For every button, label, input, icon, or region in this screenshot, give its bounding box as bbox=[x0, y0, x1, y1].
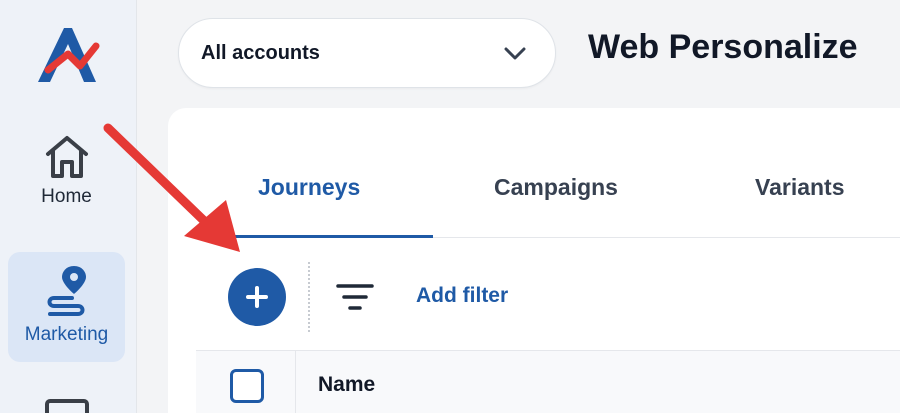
add-journey-button[interactable] bbox=[228, 268, 286, 326]
add-filter-link[interactable]: Add filter bbox=[416, 284, 508, 308]
plus-icon bbox=[246, 286, 268, 308]
sidebar-item-label: Marketing bbox=[24, 324, 109, 345]
home-icon bbox=[45, 136, 88, 178]
filter-icon[interactable] bbox=[336, 282, 374, 312]
monitor-icon[interactable] bbox=[44, 398, 90, 413]
sidebar-item-marketing[interactable]: Marketing bbox=[8, 252, 125, 362]
select-all-cell bbox=[196, 351, 296, 413]
account-select[interactable]: All accounts bbox=[178, 18, 556, 88]
main-panel: Journeys Campaigns Variants Add filter N… bbox=[168, 108, 900, 413]
chevron-down-icon bbox=[504, 47, 526, 60]
tab-bar: Journeys Campaigns Variants bbox=[198, 156, 900, 238]
sidebar-item-home[interactable]: Home bbox=[8, 132, 125, 228]
tab-journeys[interactable]: Journeys bbox=[258, 174, 360, 201]
sidebar-item-label: Home bbox=[41, 186, 92, 207]
brand-logo[interactable] bbox=[34, 24, 100, 86]
tab-campaigns[interactable]: Campaigns bbox=[494, 174, 618, 201]
active-tab-indicator bbox=[198, 235, 433, 238]
page-title: Web Personalize bbox=[588, 28, 858, 66]
sidebar: Home Marketing bbox=[0, 0, 137, 413]
select-all-checkbox[interactable] bbox=[230, 369, 264, 403]
tab-variants[interactable]: Variants bbox=[755, 174, 845, 201]
toolbar: Add filter bbox=[168, 256, 900, 336]
account-select-value: All accounts bbox=[201, 41, 320, 64]
column-header-name[interactable]: Name bbox=[318, 373, 375, 397]
table-header: Name bbox=[196, 350, 900, 413]
toolbar-divider bbox=[308, 262, 310, 332]
map-pin-route-icon bbox=[47, 266, 86, 316]
